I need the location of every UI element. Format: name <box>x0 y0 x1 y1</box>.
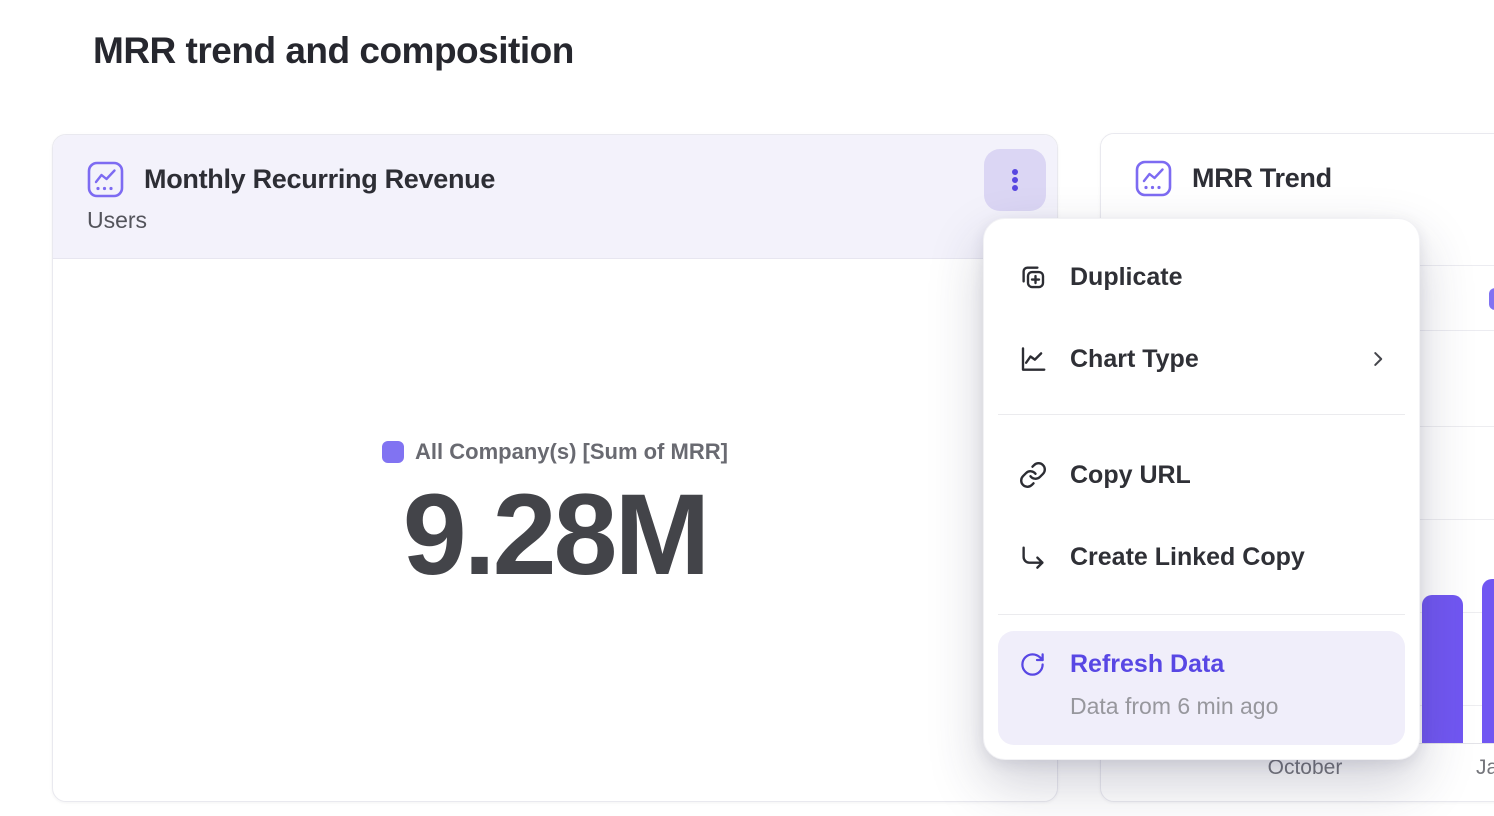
menu-item-refresh-data[interactable]: Refresh Data Data from 6 min ago <box>998 631 1405 745</box>
refresh-label: Refresh Data <box>1070 650 1224 679</box>
menu-item-label: Chart Type <box>1070 345 1199 374</box>
x-tick-january: Ja <box>1476 756 1494 780</box>
menu-item-chart-type[interactable]: Chart Type <box>984 331 1419 387</box>
dashboard-viewport: MRR trend and composition Monthly Recurr… <box>0 0 1494 816</box>
chart-widget-icon <box>1135 160 1172 197</box>
chevron-right-icon <box>1367 348 1389 370</box>
linked-copy-icon <box>1018 542 1048 572</box>
trend-legend-swatch <box>1489 288 1494 310</box>
menu-item-label: Create Linked Copy <box>1070 543 1305 572</box>
mrr-big-number: 9.28M <box>403 475 708 596</box>
menu-item-copy-url[interactable]: Copy URL <box>984 447 1419 503</box>
refresh-row: Refresh Data <box>1019 650 1224 679</box>
refresh-icon <box>1019 651 1046 678</box>
card-options-button[interactable] <box>984 149 1046 211</box>
mrr-card-body: All Company(s) [Sum of MRR] 9.28M <box>53 259 1057 596</box>
trend-bar[interactable] <box>1422 595 1463 743</box>
menu-item-label: Copy URL <box>1070 461 1191 490</box>
mrr-card-header: Monthly Recurring Revenue Users <box>53 135 1057 259</box>
duplicate-icon <box>1018 262 1048 292</box>
kebab-menu-icon <box>1002 167 1028 193</box>
link-icon <box>1018 460 1048 490</box>
menu-divider <box>998 614 1405 615</box>
mrr-card: Monthly Recurring Revenue Users All Comp… <box>52 134 1058 802</box>
menu-item-label: Duplicate <box>1070 263 1183 292</box>
card-context-menu: Duplicate Chart Type Copy URL <box>983 218 1420 760</box>
legend-label: All Company(s) [Sum of MRR] <box>415 439 728 465</box>
mrr-legend: All Company(s) [Sum of MRR] <box>382 439 728 465</box>
mrr-card-title-row: Monthly Recurring Revenue <box>87 161 1023 198</box>
menu-divider <box>998 414 1405 415</box>
chart-type-icon <box>1018 344 1048 374</box>
refresh-status: Data from 6 min ago <box>1070 693 1278 720</box>
mrr-card-subtitle: Users <box>87 207 1023 234</box>
trend-bar[interactable] <box>1482 579 1494 743</box>
mrr-card-title: Monthly Recurring Revenue <box>144 164 495 195</box>
menu-item-create-linked-copy[interactable]: Create Linked Copy <box>984 529 1419 585</box>
chart-widget-icon <box>87 161 124 198</box>
menu-item-duplicate[interactable]: Duplicate <box>984 249 1419 305</box>
legend-swatch <box>382 441 404 463</box>
trend-card-title: MRR Trend <box>1192 163 1332 194</box>
trend-card-title-row: MRR Trend <box>1135 160 1494 197</box>
page-title: MRR trend and composition <box>93 30 574 72</box>
